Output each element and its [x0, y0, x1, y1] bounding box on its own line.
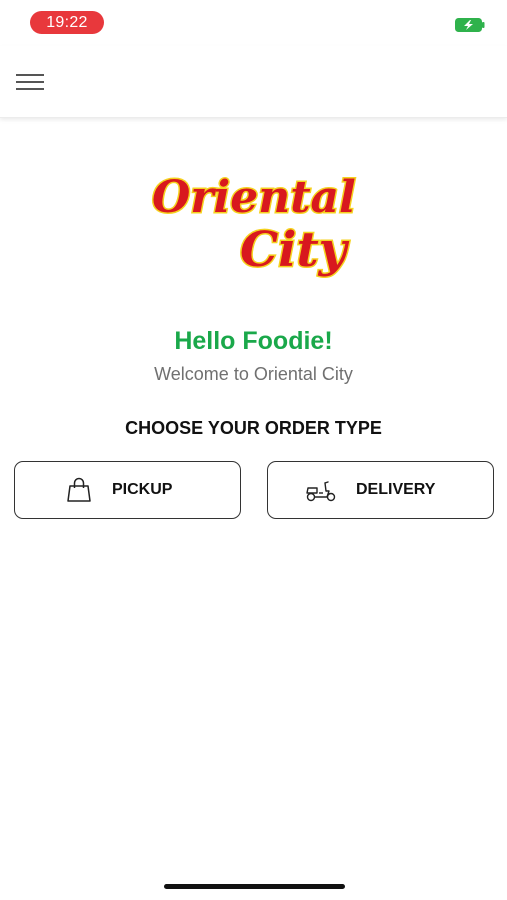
shopping-bag-icon — [67, 477, 91, 502]
logo-line2: City — [240, 222, 350, 278]
home-indicator[interactable] — [164, 884, 345, 889]
hamburger-menu-icon[interactable] — [16, 72, 44, 92]
oriental-city-logo: Oriental Oriental City City — [151, 171, 358, 280]
pickup-label: PICKUP — [112, 481, 173, 498]
top-header — [0, 46, 507, 118]
battery-icon — [455, 18, 485, 32]
greeting-title: Hello Foodie! — [174, 327, 333, 355]
welcome-subtitle: Welcome to Oriental City — [154, 364, 353, 384]
pickup-button[interactable]: PICKUP — [14, 461, 241, 519]
status-time: 19:22 — [30, 11, 104, 34]
order-type-heading: CHOOSE YOUR ORDER TYPE — [125, 418, 382, 438]
scooter-icon — [306, 481, 336, 502]
delivery-button[interactable]: DELIVERY — [267, 461, 494, 519]
status-bar: 19:22 — [0, 0, 507, 46]
logo-line1: Oriental — [152, 172, 356, 223]
delivery-label: DELIVERY — [356, 481, 436, 498]
